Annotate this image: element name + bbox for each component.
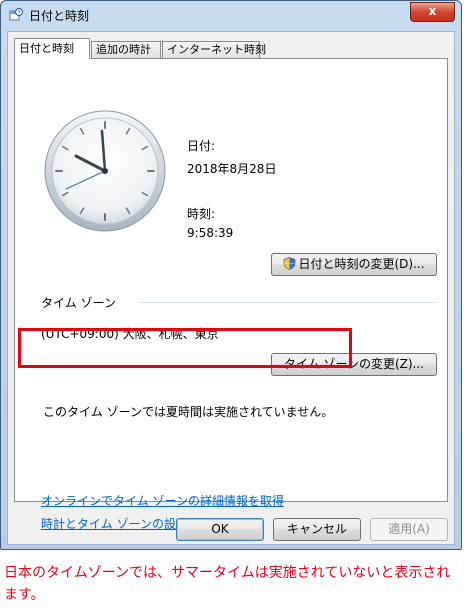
ok-button[interactable]: OK [176,518,264,541]
date-value: 2018年8月28日 [187,162,277,176]
date-time-dialog: 日付と時刻 x 日付と時刻 追加の時計 インターネット時刻 日付: 2018年8… [0,0,462,550]
dialog-client-area: 日付と時刻 追加の時計 インターネット時刻 日付: 2018年8月28日 時刻:… [7,31,455,545]
analog-clock [44,110,166,232]
timezone-separator [139,302,437,303]
dst-notice-highlight [18,328,352,368]
tab-date-time[interactable]: 日付と時刻 [14,38,90,59]
shield-icon [284,257,296,270]
change-date-time-label: 日付と時刻の変更(D)... [298,257,425,271]
apply-button[interactable]: 適用(A) [370,518,448,541]
dst-notice: このタイム ゾーンでは夏時間は実施されていません。 [43,405,334,419]
timezone-section-label: タイム ゾーン [41,296,116,310]
link-timezone-info-online[interactable]: オンラインでタイム ゾーンの詳細情報を取得 [41,492,284,509]
date-time-app-icon [9,8,23,21]
tab-internet-time[interactable]: インターネット時刻 [162,41,266,58]
window-title: 日付と時刻 [29,9,90,23]
time-label: 時刻: [187,207,216,221]
date-label: 日付: [187,139,216,153]
change-date-time-button[interactable]: 日付と時刻の変更(D)... [271,253,437,276]
close-icon: x [428,4,437,18]
time-value: 9:58:39 [187,226,234,240]
cancel-button[interactable]: キャンセル [273,518,361,541]
title-bar[interactable]: 日付と時刻 x [1,1,461,29]
tab-panel-date-time: 日付: 2018年8月28日 時刻: 9:58:39 日付と時刻の変更(D)..… [14,58,448,531]
tab-additional-clocks[interactable]: 追加の時計 [91,41,161,58]
caption-text: 日本のタイムゾーンでは、サマータイムは実施されていないと表示されます。 [4,565,451,603]
close-button[interactable]: x [410,2,455,22]
